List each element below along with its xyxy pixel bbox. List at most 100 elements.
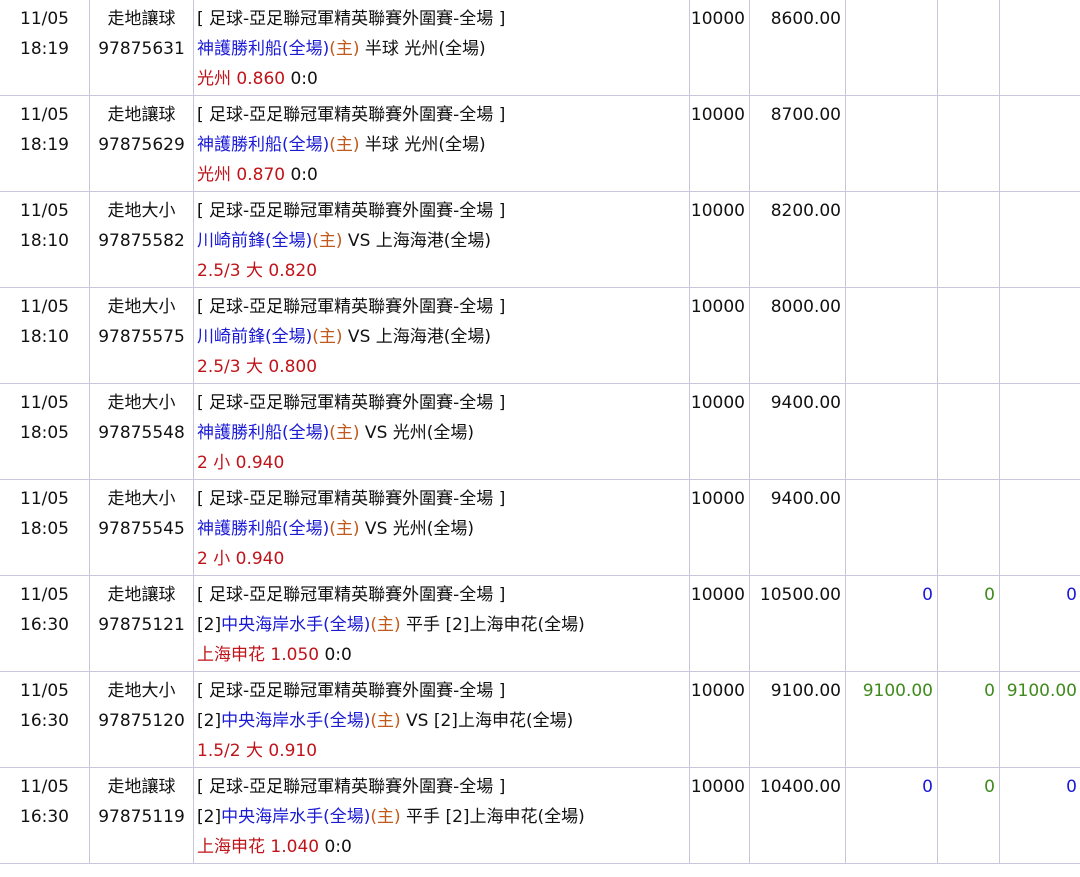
match-info-cell: [ 足球-亞足聯冠軍精英聯賽外圍賽-全場 ] 神護勝利船(全場)(主) VS 光州…: [193, 383, 690, 480]
current-score: 0:0: [319, 645, 352, 665]
away-team: 上海海港(全場): [375, 231, 492, 251]
datetime-cell: 11/05 18:10: [0, 287, 90, 384]
bet-pick: 光州 0.860 0:0: [197, 64, 689, 94]
bet-id: 97875548: [98, 423, 185, 443]
handicap-label: VS: [342, 231, 376, 251]
handicap-label: VS: [359, 423, 393, 443]
pick-odds: 2.5/3 大 0.820: [197, 261, 318, 281]
bet-type: 走地大小: [107, 201, 176, 221]
bet-date: 11/05: [20, 105, 69, 125]
current-score: 0:0: [319, 837, 352, 857]
result-cell-1: 0: [845, 575, 938, 672]
table-row: 11/05 18:19 走地讓球 97875629 [ 足球-亞足聯冠軍精英聯賽外圍賽-…: [0, 95, 1080, 192]
type-id-cell: 走地大小 97875548: [89, 383, 194, 480]
bet-id: 97875119: [98, 807, 185, 827]
pick-odds: 光州 0.870: [197, 165, 286, 185]
away-team: [2]上海申花(全場): [433, 711, 574, 731]
bet-date: 11/05: [20, 489, 69, 509]
home-prefix: [2]: [197, 615, 222, 635]
home-prefix: [2]: [197, 711, 222, 731]
stake-value: 10000: [690, 297, 745, 317]
amount-value: 9100.00: [770, 681, 841, 701]
type-id-cell: 走地大小 97875545: [89, 479, 194, 576]
bet-date: 11/05: [20, 393, 69, 413]
amount-value: 9400.00: [770, 489, 841, 509]
bet-pick: 2.5/3 大 0.800: [197, 352, 689, 382]
home-tag: (主): [370, 807, 401, 827]
type-id-cell: 走地大小 97875120: [89, 671, 194, 768]
result-cell-3: 9100.00: [999, 671, 1080, 768]
result-cell-3: [999, 95, 1080, 192]
handicap-label: 平手: [400, 615, 446, 635]
result-cell-1: 0: [845, 767, 938, 864]
home-team: 神護勝利船(全場): [197, 135, 330, 155]
bet-time: 16:30: [20, 615, 69, 635]
bet-date: 11/05: [20, 681, 69, 701]
bet-time: 16:30: [20, 807, 69, 827]
league-name: [ 足球-亞足聯冠軍精英聯賽外圍賽-全場 ]: [197, 489, 506, 509]
away-team: [2]上海申花(全場): [445, 615, 585, 635]
bet-time: 18:10: [20, 231, 69, 251]
bet-id: 97875575: [98, 327, 185, 347]
league-name: [ 足球-亞足聯冠軍精英聯賽外圍賽-全場 ]: [197, 201, 506, 221]
result-value-3: 0: [1066, 585, 1077, 605]
table-row: 11/05 16:30 走地讓球 97875119 [ 足球-亞足聯冠軍精英聯賽外圍賽-…: [0, 767, 1080, 864]
stake-cell: 10000: [689, 575, 750, 672]
result-value-2: 0: [984, 681, 995, 701]
match-teams: 神護勝利船(全場)(主) VS 光州(全場): [197, 514, 689, 544]
away-team: 上海海港(全場): [375, 327, 492, 347]
league-name: [ 足球-亞足聯冠軍精英聯賽外圍賽-全場 ]: [197, 105, 506, 125]
result-cell-1: [845, 479, 938, 576]
home-tag: (主): [329, 519, 360, 539]
bet-time: 16:30: [20, 711, 69, 731]
amount-cell: 8600.00: [749, 0, 846, 96]
stake-value: 10000: [690, 105, 745, 125]
bet-time: 18:05: [20, 519, 69, 539]
result-cell-3: [999, 287, 1080, 384]
home-team: 神護勝利船(全場): [197, 519, 330, 539]
result-cell-3: 0: [999, 575, 1080, 672]
handicap-label: 半球: [359, 39, 405, 59]
bet-date: 11/05: [20, 585, 69, 605]
amount-cell: 10500.00: [749, 575, 846, 672]
amount-value: 8000.00: [770, 297, 841, 317]
amount-cell: 9400.00: [749, 479, 846, 576]
datetime-cell: 11/05 18:05: [0, 479, 90, 576]
home-tag: (主): [370, 711, 401, 731]
stake-value: 10000: [690, 681, 745, 701]
result-cell-2: [937, 95, 1000, 192]
bet-date: 11/05: [20, 297, 69, 317]
result-cell-1: [845, 0, 938, 96]
stake-cell: 10000: [689, 0, 750, 96]
home-prefix: [2]: [197, 807, 222, 827]
stake-cell: 10000: [689, 767, 750, 864]
type-id-cell: 走地大小 97875575: [89, 287, 194, 384]
stake-cell: 10000: [689, 671, 750, 768]
amount-cell: 9100.00: [749, 671, 846, 768]
pick-odds: 上海申花 1.050: [197, 645, 320, 665]
home-team: 中央海岸水手(全場): [221, 615, 371, 635]
table-row: 11/05 18:05 走地大小 97875545 [ 足球-亞足聯冠軍精英聯賽外圍賽-…: [0, 479, 1080, 576]
amount-cell: 8700.00: [749, 95, 846, 192]
away-team: 光州(全場): [392, 423, 475, 443]
match-teams: 神護勝利船(全場)(主) VS 光州(全場): [197, 418, 689, 448]
bet-pick: 2 小 0.940: [197, 448, 689, 478]
result-cell-3: [999, 479, 1080, 576]
table-row: 11/05 16:30 走地大小 97875120 [ 足球-亞足聯冠軍精英聯賽外圍賽-…: [0, 671, 1080, 768]
result-value-2: 0: [984, 777, 995, 797]
stake-cell: 10000: [689, 479, 750, 576]
stake-value: 10000: [690, 585, 745, 605]
bet-date: 11/05: [20, 9, 69, 29]
handicap-label: 平手: [400, 807, 446, 827]
away-team: 光州(全場): [392, 519, 475, 539]
match-teams: 神護勝利船(全場)(主) 半球 光州(全場): [197, 34, 689, 64]
bet-history-body: 11/05 18:19 走地讓球 97875631 [ 足球-亞足聯冠軍精英聯賽外圍賽-…: [0, 0, 1080, 864]
league-name: [ 足球-亞足聯冠軍精英聯賽外圍賽-全場 ]: [197, 297, 506, 317]
bet-type: 走地大小: [107, 489, 176, 509]
amount-cell: 8200.00: [749, 191, 846, 288]
handicap-label: VS: [342, 327, 376, 347]
bet-pick: 光州 0.870 0:0: [197, 160, 689, 190]
league-name: [ 足球-亞足聯冠軍精英聯賽外圍賽-全場 ]: [197, 585, 506, 605]
away-team: 光州(全場): [404, 39, 486, 59]
result-value-1: 9100.00: [862, 681, 933, 701]
